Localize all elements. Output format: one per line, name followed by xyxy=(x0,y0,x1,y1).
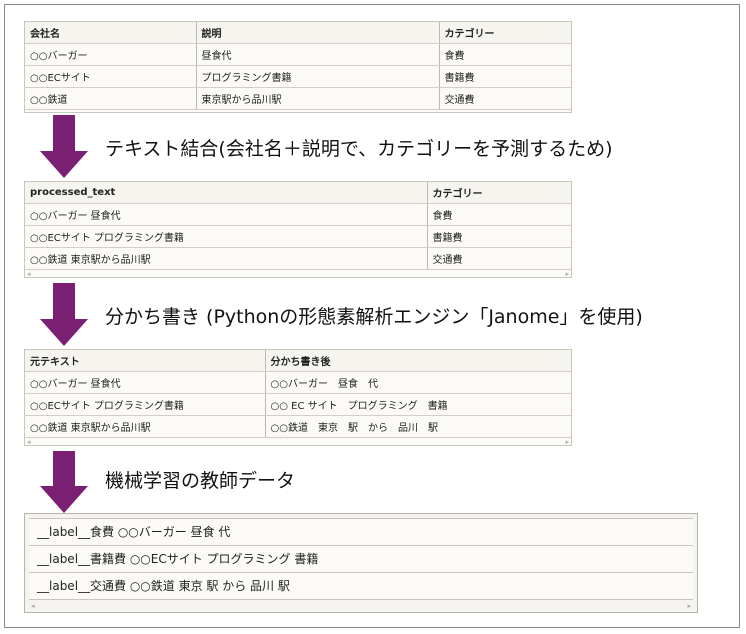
column-header-category: カテゴリー xyxy=(438,22,571,44)
table-row: ○○ECサイト プログラミング書籍 ○○ EC サイト プログラミング 書籍 xyxy=(25,393,571,416)
table-row: ○○ECサイト プログラミング書籍 書籍費 xyxy=(25,225,571,248)
processed-table: processed_text カテゴリー ○○バーガー 昼食代 食費 ○○ECサ… xyxy=(24,181,572,278)
horizontal-scrollbar[interactable]: ◂ ▸ xyxy=(25,270,571,279)
source-table: 会社名 説明 カテゴリー ○○バーガー 昼食代 食費 ○○ECサイト プログラミ… xyxy=(24,21,572,113)
scroll-left-icon[interactable]: ◂ xyxy=(27,438,31,447)
column-header-company: 会社名 xyxy=(25,22,196,44)
step-caption-tokenize: 分かち書き (Pythonの形態素解析エンジン「Janome」を使用) xyxy=(105,306,643,328)
processed-table-grid: processed_text カテゴリー ○○バーガー 昼食代 食費 ○○ECサ… xyxy=(25,182,571,270)
cell-original-text: ○○ECサイト プログラミング書籍 xyxy=(25,393,265,416)
cell-tokenized: ○○バーガー 昼食 代 xyxy=(264,371,571,394)
cell-category: 食費 xyxy=(426,203,571,226)
horizontal-scrollbar[interactable]: ◂ ▸ xyxy=(25,438,571,447)
table-row: ○○鉄道 東京駅から品川駅 交通費 xyxy=(25,87,571,110)
step-caption-training-data: 機械学習の教師データ xyxy=(105,470,296,492)
cell-description: 東京駅から品川駅 xyxy=(195,87,439,110)
table-row: ○○鉄道 東京駅から品川駅 交通費 xyxy=(25,247,571,270)
scroll-left-icon[interactable]: ◂ xyxy=(27,270,31,279)
cell-company: ○○ECサイト xyxy=(25,65,196,88)
tokenized-table-grid: 元テキスト 分かち書き後 ○○バーガー 昼食代 ○○バーガー 昼食 代 ○○EC… xyxy=(25,350,571,438)
scroll-right-icon[interactable]: ▸ xyxy=(565,270,569,279)
list-item: __label__交通費 ○○鉄道 東京 駅 から 品川 駅 xyxy=(29,573,693,600)
table-row: ○○ECサイト プログラミング書籍 書籍費 xyxy=(25,65,571,88)
cell-company: ○○鉄道 xyxy=(25,87,196,110)
cell-tokenized: ○○鉄道 東京 駅 から 品川 駅 xyxy=(264,415,571,438)
cell-original-text: ○○バーガー 昼食代 xyxy=(25,371,265,394)
cell-processed-text: ○○バーガー 昼食代 xyxy=(25,203,427,226)
training-data-list: __label__食費 ○○バーガー 昼食 代 __label__書籍費 ○○E… xyxy=(24,513,698,613)
cell-category: 食費 xyxy=(438,43,571,66)
list-item: __label__書籍費 ○○ECサイト プログラミング 書籍 xyxy=(29,546,693,573)
column-header-tokenized: 分かち書き後 xyxy=(264,350,571,372)
table-header-row: 元テキスト 分かち書き後 xyxy=(25,350,571,372)
list-item: __label__食費 ○○バーガー 昼食 代 xyxy=(29,518,693,546)
cell-description: プログラミング書籍 xyxy=(195,65,439,88)
cell-category: 書籍費 xyxy=(426,225,571,248)
scroll-left-icon[interactable]: ◂ xyxy=(31,600,35,612)
step-caption-concatenate: テキスト結合(会社名＋説明で、カテゴリーを予測するため) xyxy=(105,138,613,160)
table-header-row: processed_text カテゴリー xyxy=(25,182,571,204)
scroll-right-icon[interactable]: ▸ xyxy=(687,600,691,612)
table-row: ○○バーガー 昼食代 食費 xyxy=(25,203,571,226)
scroll-right-icon[interactable]: ▸ xyxy=(565,438,569,447)
source-table-grid: 会社名 説明 カテゴリー ○○バーガー 昼食代 食費 ○○ECサイト プログラミ… xyxy=(25,22,571,110)
down-arrow-icon xyxy=(40,283,88,346)
cell-company: ○○バーガー xyxy=(25,43,196,66)
table-row: ○○鉄道 東京駅から品川駅 ○○鉄道 東京 駅 から 品川 駅 xyxy=(25,415,571,438)
cell-tokenized: ○○ EC サイト プログラミング 書籍 xyxy=(264,393,571,416)
column-header-processed-text: processed_text xyxy=(25,182,427,204)
cell-original-text: ○○鉄道 東京駅から品川駅 xyxy=(25,415,265,438)
down-arrow-icon xyxy=(40,115,88,178)
tokenized-table: 元テキスト 分かち書き後 ○○バーガー 昼食代 ○○バーガー 昼食 代 ○○EC… xyxy=(24,349,572,446)
table-header-row: 会社名 説明 カテゴリー xyxy=(25,22,571,44)
cell-processed-text: ○○ECサイト プログラミング書籍 xyxy=(25,225,427,248)
table-row: ○○バーガー 昼食代 食費 xyxy=(25,43,571,66)
cell-processed-text: ○○鉄道 東京駅から品川駅 xyxy=(25,247,427,270)
column-header-description: 説明 xyxy=(195,22,439,44)
cell-category: 交通費 xyxy=(438,87,571,110)
column-header-category: カテゴリー xyxy=(426,182,571,204)
cell-category: 書籍費 xyxy=(438,65,571,88)
table-row: ○○バーガー 昼食代 ○○バーガー 昼食 代 xyxy=(25,371,571,394)
column-header-original-text: 元テキスト xyxy=(25,350,265,372)
down-arrow-icon xyxy=(40,451,88,513)
cell-category: 交通費 xyxy=(426,247,571,270)
cell-description: 昼食代 xyxy=(195,43,439,66)
horizontal-scrollbar[interactable]: ◂ ▸ xyxy=(29,600,693,612)
